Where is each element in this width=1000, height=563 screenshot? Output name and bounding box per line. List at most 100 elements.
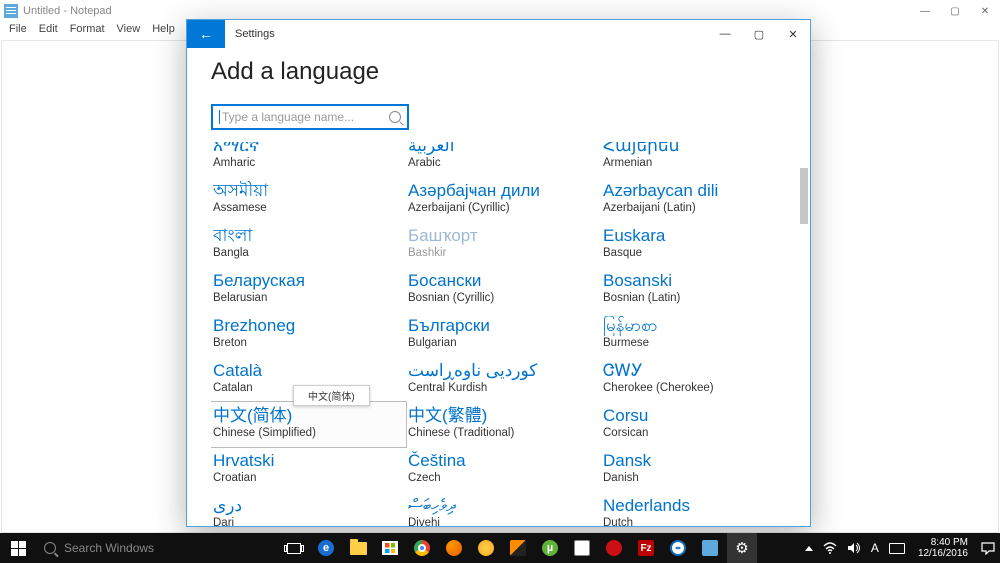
language-native-name: Čeština bbox=[408, 451, 599, 471]
folder-icon bbox=[350, 542, 367, 555]
language-item[interactable]: ČeštinaCzech bbox=[406, 447, 601, 492]
winamp-icon bbox=[510, 540, 526, 556]
scrollbar[interactable] bbox=[798, 140, 810, 540]
language-item[interactable]: မြန်မာစာBurmese bbox=[601, 312, 796, 357]
language-native-name: ދިވެހިބަސް bbox=[408, 496, 599, 516]
language-item[interactable]: BrezhonegBreton bbox=[211, 312, 406, 357]
language-item[interactable]: БосанскиBosnian (Cyrillic) bbox=[406, 267, 601, 312]
language-item[interactable]: DanskDanish bbox=[601, 447, 796, 492]
language-item[interactable]: Азәрбајҹан дилиAzerbaijani (Cyrillic) bbox=[406, 177, 601, 222]
store-button[interactable] bbox=[375, 533, 405, 563]
language-english-name: Azerbaijani (Latin) bbox=[603, 202, 794, 214]
menu-view[interactable]: View bbox=[112, 22, 146, 40]
settings-taskbar-button[interactable]: ⚙ bbox=[727, 533, 757, 563]
back-button[interactable]: ← bbox=[187, 20, 225, 48]
utorrent-button[interactable]: µ bbox=[535, 533, 565, 563]
teamviewer-button[interactable] bbox=[663, 533, 693, 563]
language-item[interactable]: БеларускаяBelarusian bbox=[211, 267, 406, 312]
settings-minimize-button[interactable]: — bbox=[708, 20, 742, 48]
taskbar: Search Windows e µ Fz ⚙ A 8:40 PM 12/16/… bbox=[0, 533, 1000, 563]
app-button-2[interactable] bbox=[567, 533, 597, 563]
language-native-name: ᏣᎳᎩ bbox=[603, 361, 794, 381]
language-item[interactable]: NederlandsDutch bbox=[601, 492, 796, 526]
page-heading: Add a language bbox=[211, 58, 810, 86]
language-native-name: Azərbaycan dili bbox=[603, 181, 794, 201]
language-item[interactable]: کوردیی ناوەڕاستCentral Kurdish bbox=[406, 357, 601, 402]
language-english-name: Cherokee (Cherokee) bbox=[603, 382, 794, 394]
language-english-name: Assamese bbox=[213, 202, 404, 214]
menu-help[interactable]: Help bbox=[147, 22, 180, 40]
notepad-maximize-button[interactable]: ▢ bbox=[940, 0, 970, 22]
language-item[interactable]: 中文(繁體)Chinese (Traditional) bbox=[406, 402, 601, 447]
language-item[interactable]: العربيةArabic bbox=[406, 138, 601, 177]
tray-language-button[interactable]: A bbox=[866, 533, 884, 563]
language-item[interactable]: বাংলাBangla bbox=[211, 222, 406, 267]
language-item[interactable]: 中文(简体)Chinese (Simplified)中文(简体) bbox=[211, 402, 406, 447]
language-english-name: Dutch bbox=[603, 517, 794, 526]
language-item[interactable]: HrvatskiCroatian bbox=[211, 447, 406, 492]
language-item[interactable]: درىDari bbox=[211, 492, 406, 526]
opera-button[interactable] bbox=[599, 533, 629, 563]
language-native-name: Brezhoneg bbox=[213, 316, 404, 336]
language-item[interactable]: অসমীয়াAssamese bbox=[211, 177, 406, 222]
tray-clock[interactable]: 8:40 PM 12/16/2016 bbox=[910, 537, 976, 559]
app-icon-2 bbox=[574, 540, 590, 556]
language-item[interactable]: CorsuCorsican bbox=[601, 402, 796, 447]
language-search-box[interactable] bbox=[211, 104, 409, 130]
edge-button[interactable]: e bbox=[311, 533, 341, 563]
language-item[interactable]: ՀայերենArmenian bbox=[601, 138, 796, 177]
settings-titlebar[interactable]: ← Settings — ▢ ✕ bbox=[187, 20, 810, 48]
language-native-name: کوردیی ناوەڕاست bbox=[408, 361, 599, 381]
menu-format[interactable]: Format bbox=[65, 22, 110, 40]
task-view-button[interactable] bbox=[279, 533, 309, 563]
settings-close-button[interactable]: ✕ bbox=[776, 20, 810, 48]
notepad-icon bbox=[4, 4, 18, 18]
tray-overflow-button[interactable] bbox=[800, 533, 818, 563]
notepad-minimize-button[interactable]: — bbox=[910, 0, 940, 22]
firefox-button[interactable] bbox=[439, 533, 469, 563]
language-item[interactable]: ދިވެހިބަސްDivehi bbox=[406, 492, 601, 526]
language-native-name: မြန်မာစာ bbox=[603, 316, 794, 336]
notepad-close-button[interactable]: ✕ bbox=[970, 0, 1000, 22]
language-native-name: Bosanski bbox=[603, 271, 794, 291]
language-english-name: Croatian bbox=[213, 472, 404, 484]
language-english-name: Amharic bbox=[213, 157, 404, 169]
language-item[interactable]: БългарскиBulgarian bbox=[406, 312, 601, 357]
action-center-button[interactable] bbox=[976, 533, 1000, 563]
language-list[interactable]: አማርኛAmharicالعربيةArabicՀայերենArmenian অ… bbox=[211, 138, 810, 526]
app-button-1[interactable] bbox=[471, 533, 501, 563]
language-item[interactable]: አማርኛAmharic bbox=[211, 138, 406, 177]
menu-file[interactable]: File bbox=[4, 22, 32, 40]
chrome-icon bbox=[414, 540, 430, 556]
search-icon bbox=[389, 111, 401, 123]
menu-edit[interactable]: Edit bbox=[34, 22, 63, 40]
language-native-name: 中文(简体) bbox=[213, 406, 404, 426]
filezilla-button[interactable]: Fz bbox=[631, 533, 661, 563]
language-native-name: Босански bbox=[408, 271, 599, 291]
taskbar-search[interactable]: Search Windows bbox=[36, 536, 271, 560]
language-english-name: Corsican bbox=[603, 427, 794, 439]
language-english-name: Dari bbox=[213, 517, 404, 526]
notepad-taskbar-button[interactable] bbox=[695, 533, 725, 563]
language-item[interactable]: BosanskiBosnian (Latin) bbox=[601, 267, 796, 312]
language-item[interactable]: ᏣᎳᎩCherokee (Cherokee) bbox=[601, 357, 796, 402]
scrollbar-thumb[interactable] bbox=[800, 168, 808, 224]
start-button[interactable] bbox=[0, 533, 36, 563]
notepad-title: Untitled - Notepad bbox=[23, 5, 112, 17]
tray-volume-button[interactable] bbox=[842, 533, 866, 563]
language-item[interactable]: Azərbaycan diliAzerbaijani (Latin) bbox=[601, 177, 796, 222]
tray-date: 12/16/2016 bbox=[918, 548, 968, 559]
filezilla-icon: Fz bbox=[638, 540, 654, 556]
language-search-input[interactable] bbox=[222, 110, 389, 124]
settings-maximize-button[interactable]: ▢ bbox=[742, 20, 776, 48]
language-native-name: Català bbox=[213, 361, 404, 381]
opera-icon bbox=[606, 540, 622, 556]
text-cursor bbox=[219, 110, 220, 124]
tray-keyboard-button[interactable] bbox=[884, 533, 910, 563]
chrome-button[interactable] bbox=[407, 533, 437, 563]
tray-network-button[interactable] bbox=[818, 533, 842, 563]
language-native-name: Dansk bbox=[603, 451, 794, 471]
language-item[interactable]: EuskaraBasque bbox=[601, 222, 796, 267]
file-explorer-button[interactable] bbox=[343, 533, 373, 563]
winamp-button[interactable] bbox=[503, 533, 533, 563]
